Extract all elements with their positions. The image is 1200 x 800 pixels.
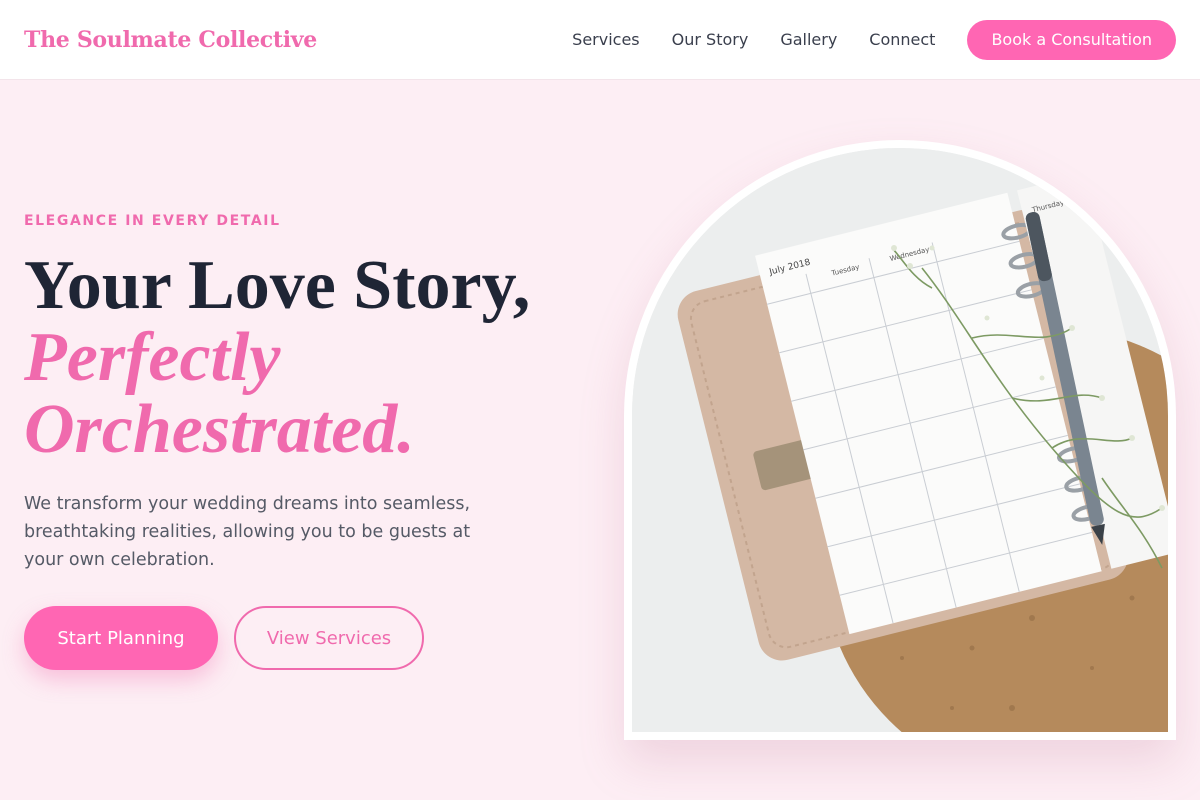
hero-eyebrow: ELEGANCE IN EVERY DETAIL [24, 213, 281, 229]
hero-image-frame: July 2018 Tuesday Wednesday Thursday [624, 140, 1176, 740]
nav-gallery[interactable]: Gallery [780, 30, 837, 49]
view-services-button[interactable]: View Services [234, 606, 424, 670]
nav-connect[interactable]: Connect [869, 30, 935, 49]
book-consultation-button[interactable]: Book a Consultation [967, 19, 1176, 60]
hero-image: July 2018 Tuesday Wednesday Thursday [632, 148, 1168, 732]
nav-our-story[interactable]: Our Story [672, 30, 749, 49]
hero-headline: Your Love Story, Perfectly Orchestrated. [24, 250, 530, 466]
headline-line-1: Your Love Story, [24, 247, 531, 324]
main-nav: Services Our Story Gallery Connect Book … [572, 19, 1176, 60]
brand-logo[interactable]: The Soulmate Collective [24, 27, 317, 53]
start-planning-button[interactable]: Start Planning [24, 606, 218, 670]
headline-accent-1: Perfectly [24, 319, 281, 396]
nav-services[interactable]: Services [572, 30, 639, 49]
planner-illustration: July 2018 Tuesday Wednesday Thursday [632, 148, 1168, 732]
hero-description: We transform your wedding dreams into se… [24, 494, 471, 570]
headline-accent-2: Orchestrated. [24, 391, 415, 468]
site-header: The Soulmate Collective Services Our Sto… [0, 0, 1200, 80]
